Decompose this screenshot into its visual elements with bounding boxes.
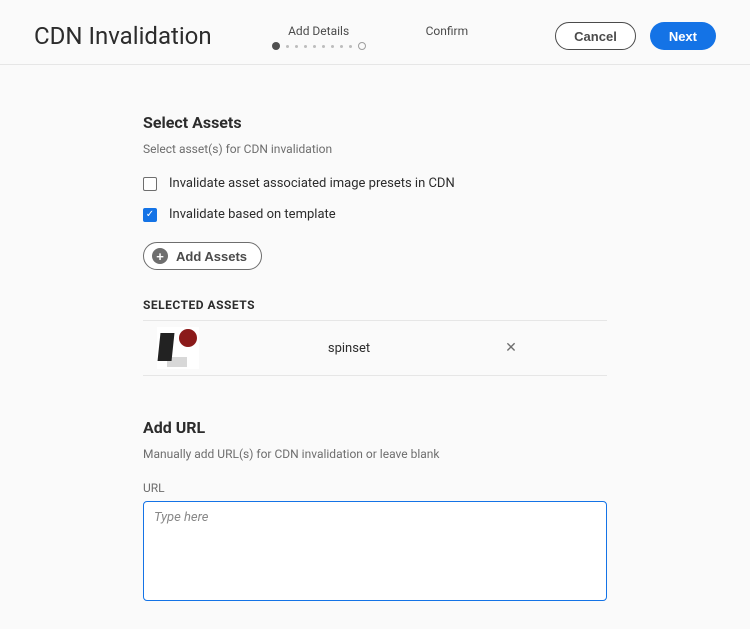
cancel-button[interactable]: Cancel bbox=[555, 22, 636, 50]
page-title: CDN Invalidation bbox=[34, 22, 212, 50]
header-bar: CDN Invalidation Add Details Confirm Can… bbox=[0, 0, 750, 65]
step-progress-dots bbox=[272, 42, 366, 50]
add-url-subtitle: Manually add URL(s) for CDN invalidation… bbox=[143, 447, 607, 461]
checkbox-icon bbox=[143, 177, 157, 191]
url-field-label: URL bbox=[143, 481, 607, 495]
checkbox-label: Invalidate based on template bbox=[169, 207, 336, 222]
wizard-stepper: Add Details Confirm bbox=[272, 22, 556, 50]
close-icon: ✕ bbox=[505, 340, 517, 356]
asset-thumbnail bbox=[157, 327, 199, 369]
selected-assets-list: spinset ✕ bbox=[143, 320, 607, 376]
step-label: Confirm bbox=[426, 24, 469, 38]
step-confirm: Confirm bbox=[426, 24, 469, 38]
selected-assets-header: SELECTED ASSETS bbox=[143, 298, 607, 312]
add-url-title: Add URL bbox=[143, 418, 607, 437]
checkbox-invalidate-presets[interactable]: Invalidate asset associated image preset… bbox=[143, 176, 607, 191]
step-label: Add Details bbox=[288, 24, 349, 38]
checkbox-invalidate-template[interactable]: ✓ Invalidate based on template bbox=[143, 207, 607, 222]
main-content: Select Assets Select asset(s) for CDN in… bbox=[143, 65, 607, 605]
checkbox-label: Invalidate asset associated image preset… bbox=[169, 176, 455, 191]
plus-circle-icon: + bbox=[152, 248, 168, 264]
select-assets-subtitle: Select asset(s) for CDN invalidation bbox=[143, 142, 607, 156]
asset-name: spinset bbox=[199, 341, 499, 356]
remove-asset-button[interactable]: ✕ bbox=[499, 340, 523, 356]
checkmark-icon: ✓ bbox=[146, 210, 154, 220]
url-input[interactable] bbox=[143, 501, 607, 601]
select-assets-title: Select Assets bbox=[143, 113, 607, 132]
add-assets-label: Add Assets bbox=[176, 249, 247, 264]
asset-row: spinset ✕ bbox=[143, 321, 607, 375]
add-assets-button[interactable]: + Add Assets bbox=[143, 242, 262, 270]
next-button[interactable]: Next bbox=[650, 22, 716, 50]
add-url-section: Add URL Manually add URL(s) for CDN inva… bbox=[143, 418, 607, 605]
checkbox-icon: ✓ bbox=[143, 208, 157, 222]
select-assets-section: Select Assets Select asset(s) for CDN in… bbox=[143, 113, 607, 376]
step-add-details: Add Details bbox=[272, 24, 366, 50]
header-actions: Cancel Next bbox=[555, 22, 716, 50]
